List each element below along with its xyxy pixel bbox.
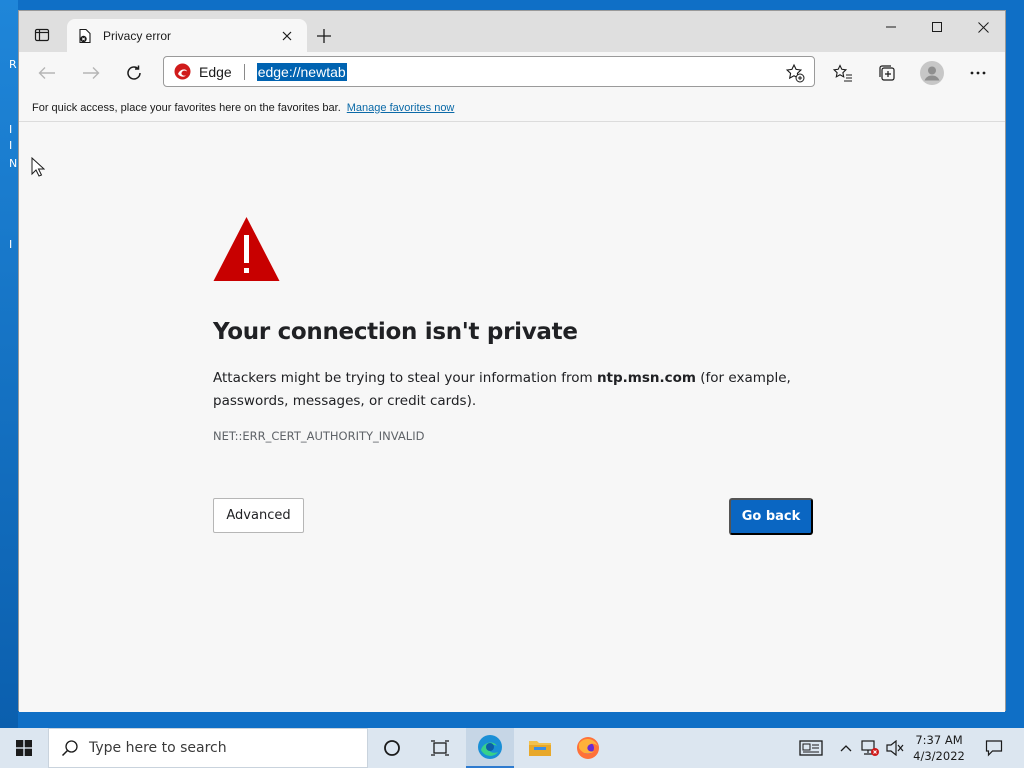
minimize-button[interactable] [868,11,914,43]
favorites-bar: For quick access, place your favorites h… [19,94,1005,122]
profile-button[interactable] [916,57,948,89]
start-button[interactable] [0,728,48,768]
advanced-button[interactable]: Advanced [213,498,304,533]
close-window-button[interactable] [960,11,1006,43]
tab-actions-button[interactable] [24,20,60,50]
address-url-text[interactable]: edge://newtab [256,62,347,81]
system-clock[interactable]: 7:37 AM 4/3/2022 [906,732,972,764]
maximize-button[interactable] [914,11,960,43]
desktop-icon-label[interactable]: I [9,238,12,251]
go-back-button[interactable]: Go back [729,498,813,535]
volume-button[interactable] [884,728,906,768]
minimize-icon [886,26,896,28]
refresh-button[interactable] [118,57,150,89]
cortana-icon [384,740,400,756]
desktop-icon-label[interactable]: I [9,123,12,136]
mouse-cursor-icon [31,157,45,177]
folder-icon [529,741,551,756]
cortana-button[interactable] [368,728,416,768]
favorites-list-icon [833,64,852,82]
error-description-lead: Attackers might be trying to steal your … [213,370,597,386]
arrow-right-icon [83,67,100,79]
network-disconnected-icon [861,740,879,756]
favorites-bar-message: For quick access, place your favorites h… [32,101,341,114]
edge-logo-icon [174,63,191,80]
taskbar-firefox[interactable] [564,728,612,768]
close-icon [977,21,989,33]
error-host: ntp.msn.com [596,370,696,386]
tab-privacy-error[interactable]: Privacy error [67,19,307,52]
site-identity-button[interactable]: Edge [174,63,232,80]
star-add-icon [785,63,805,83]
search-placeholder: Type here to search [89,740,227,756]
collections-icon [879,65,895,81]
task-view-button[interactable] [416,728,464,768]
firefox-icon [577,737,599,759]
page-content: Your connection isn't private Attackers … [19,123,1005,712]
refresh-icon [127,65,141,80]
error-code[interactable]: NET::ERR_CERT_AUTHORITY_INVALID [213,429,424,443]
document-error-icon [79,28,91,43]
forward-button[interactable] [75,57,107,89]
back-button[interactable] [31,57,63,89]
tab-close-button[interactable] [277,26,297,46]
site-identity-label: Edge [199,63,232,80]
manage-favorites-link[interactable]: Manage favorites now [347,102,455,114]
desktop-background [0,0,18,728]
desktop-icon-label[interactable]: I [9,139,12,152]
address-separator [243,63,245,80]
volume-muted-icon [886,740,904,756]
add-favorite-button[interactable] [784,62,806,84]
browser-window: Privacy error Edge edge://newtab For qui… [18,10,1006,712]
task-view-icon [431,740,449,756]
tab-title: Privacy error [103,28,172,43]
maximize-icon [932,22,942,32]
toolbar: Edge edge://newtab [19,52,1005,94]
title-bar: Privacy error [19,11,1005,52]
more-horizontal-icon [970,71,986,75]
taskbar-search-box[interactable]: Type here to search [48,728,368,768]
desktop-icon-label[interactable]: N [9,157,17,170]
error-description: Attackers might be trying to steal your … [213,367,823,413]
plus-icon [317,29,331,43]
edge-browser-icon [478,735,502,759]
notification-icon [985,740,1003,757]
collections-button[interactable] [871,57,903,89]
clock-date: 4/3/2022 [913,749,965,763]
show-hidden-icons-button[interactable] [836,728,856,768]
news-icon [799,740,823,756]
chevron-up-icon [840,745,852,752]
address-bar[interactable]: Edge edge://newtab [163,56,815,87]
clock-time: 7:37 AM [915,733,963,747]
page-title: Your connection isn't private [213,319,578,345]
taskbar-file-explorer[interactable] [516,728,564,768]
network-status-button[interactable] [859,728,881,768]
close-icon [282,31,292,40]
windows-logo-icon [16,740,32,756]
avatar [920,61,944,85]
warning-icon [213,217,280,281]
favorites-button[interactable] [827,57,859,89]
taskbar: Type here to search 7:37 AM 4/3/2022 [0,728,1024,768]
new-tab-button[interactable] [311,23,337,49]
news-widget-button[interactable] [796,728,826,768]
settings-more-button[interactable] [962,57,994,89]
search-icon [61,740,78,757]
desktop-icon-label[interactable]: R [9,58,17,71]
tab-actions-icon [34,28,50,42]
arrow-left-icon [38,67,55,79]
taskbar-edge-app[interactable] [466,728,514,768]
notification-center-button[interactable] [974,728,1014,768]
